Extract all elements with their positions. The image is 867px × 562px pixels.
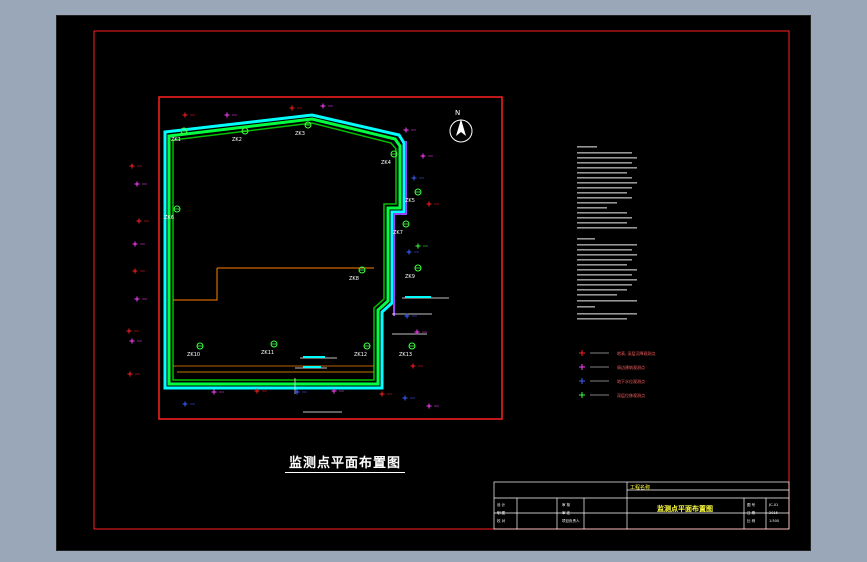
borehole-zk2: ZK2 <box>232 127 249 143</box>
legend: 地表, 深层沉降观测点周边建筑观测点地下水位观测点深层位移观测点 <box>579 350 656 398</box>
title-block-label: 比 例 <box>747 518 756 523</box>
borehole-label: ZK13 <box>399 352 412 358</box>
borehole-zk10: ZK10 <box>187 342 204 358</box>
borehole-label: ZK5 <box>405 198 415 204</box>
cad-canvas: N ZK1 ZK2 ZK3 ZK4 ZK5 ZK6 ZK7 ZK8 ZK9 ZK10 ZK11 ZK1… <box>93 30 790 530</box>
borehole-zk8: ZK8 <box>349 266 366 282</box>
site-plan-frame <box>158 96 503 420</box>
title-block-label: 审 定 <box>562 510 571 515</box>
title-block-label: 制 图 <box>497 510 506 515</box>
borehole-zk12: ZK12 <box>354 342 371 358</box>
borehole-zk4: ZK4 <box>381 150 398 166</box>
legend-item: 周边建筑观测点 <box>579 364 645 370</box>
drawing-title: 监测点平面布置图 <box>285 452 405 473</box>
title-block-header: 工程名称 <box>630 485 651 491</box>
borehole-label: ZK9 <box>405 274 415 280</box>
design-notes <box>577 146 637 320</box>
borehole-zk9: ZK9 <box>405 264 422 280</box>
legend-item: 深层位移观测点 <box>579 392 645 398</box>
legend-label: 地表, 深层沉降观测点 <box>617 350 656 356</box>
borehole-zk7: ZK7 <box>393 220 410 236</box>
borehole-label: ZK11 <box>261 350 274 356</box>
drawing-border <box>93 30 790 530</box>
legend-label: 地下水位观测点 <box>617 378 645 384</box>
borehole-label: ZK6 <box>164 215 174 221</box>
title-block-label: 图 号 <box>747 502 756 507</box>
borehole-label: ZK3 <box>295 131 305 137</box>
borehole-label: ZK10 <box>187 352 200 358</box>
title-block-value: JC-01 <box>768 503 778 507</box>
title-block-drawing-name: 监测点平面布置图 <box>657 505 713 513</box>
borehole-label: ZK8 <box>349 276 359 282</box>
legend-label: 深层位移观测点 <box>617 392 645 398</box>
borehole-zk13: ZK13 <box>399 342 416 358</box>
borehole-label: ZK2 <box>232 137 242 143</box>
borehole-label: ZK12 <box>354 352 367 358</box>
legend-label: 周边建筑观测点 <box>617 364 645 370</box>
borehole-zk5: ZK5 <box>405 188 422 204</box>
borehole-label: ZK1 <box>171 137 181 143</box>
title-block-label: 审 核 <box>562 502 571 507</box>
north-arrow: N <box>449 109 473 143</box>
title-block-value: 2015 <box>769 511 778 515</box>
borehole-zk11: ZK11 <box>261 340 278 356</box>
title-block-label: 日 期 <box>747 510 756 515</box>
legend-item: 地下水位观测点 <box>579 378 645 384</box>
legend-item: 地表, 深层沉降观测点 <box>579 350 656 356</box>
drawing-sheet: N ZK1 ZK2 ZK3 ZK4 ZK5 ZK6 ZK7 ZK8 ZK9 ZK10 ZK11 ZK1… <box>56 15 811 551</box>
title-block-label: 校 对 <box>497 518 506 523</box>
title-block-value: 1:500 <box>769 519 779 523</box>
title-block-label: 设 计 <box>497 502 506 507</box>
north-label: N <box>455 109 460 117</box>
borehole-label: ZK4 <box>381 160 391 166</box>
title-block-label: 项目负责人 <box>562 518 580 523</box>
borehole-label: ZK7 <box>393 230 403 236</box>
dimension-lines <box>294 297 449 413</box>
